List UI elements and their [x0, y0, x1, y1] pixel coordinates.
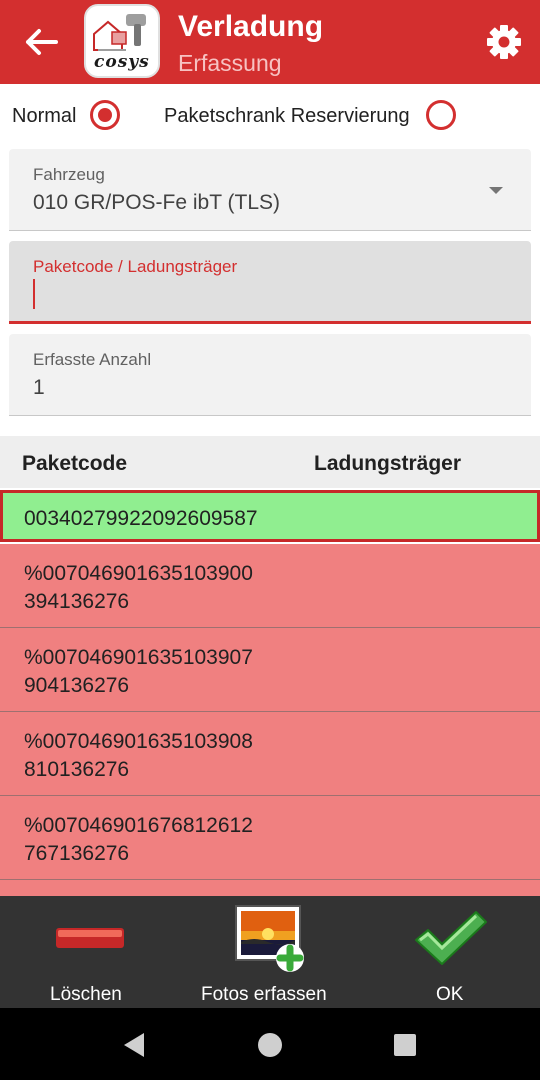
text-cursor — [33, 279, 35, 309]
table-row[interactable]: %007046901635103900 394136276 — [0, 544, 540, 628]
ok-button[interactable]: OK — [400, 896, 500, 1008]
delete-button[interactable]: Löschen — [20, 896, 160, 1008]
capture-photos-label: Fotos erfassen — [201, 984, 327, 1005]
delete-label: Löschen — [50, 984, 122, 1005]
table-row[interactable]: %007046901635103908 810136276 — [0, 712, 540, 796]
nav-recents-button[interactable] — [388, 1028, 422, 1062]
table-row[interactable]: %007046901676812612 767136276 — [0, 796, 540, 880]
nav-back-button[interactable] — [118, 1028, 152, 1062]
table-row[interactable]: 00340279922092609587 — [0, 490, 540, 542]
column-header-paketcode: Paketcode — [22, 452, 128, 475]
row-code: %007046901676812612 767136276 — [24, 814, 253, 865]
radio-normal-label[interactable]: Normal — [12, 105, 76, 128]
arrow-left-icon — [26, 29, 58, 55]
count-field[interactable]: Erfasste Anzahl 1 — [9, 334, 531, 416]
radio-normal[interactable] — [90, 100, 120, 130]
gear-icon — [487, 25, 521, 59]
settings-button[interactable] — [484, 22, 524, 62]
row-code: 00340279922092609587 — [24, 507, 258, 530]
app-bar: cosys Verladung Erfassung — [0, 0, 540, 84]
action-bar: Löschen Fotos erfassen OK — [0, 896, 540, 1008]
nav-home-icon — [258, 1033, 282, 1057]
capture-photos-button[interactable]: Fotos erfassen — [196, 896, 346, 1008]
vehicle-label: Fahrzeug — [33, 165, 105, 184]
row-code: %007046901635103907 904136276 — [24, 646, 253, 697]
minus-icon — [56, 928, 124, 948]
table-row-partial[interactable] — [0, 880, 540, 896]
nav-recents-icon — [394, 1034, 416, 1056]
count-value: 1 — [33, 376, 45, 399]
ok-label: OK — [436, 984, 464, 1005]
package-list[interactable]: 00340279922092609587 %007046901635103900… — [0, 490, 540, 896]
vehicle-select[interactable]: Fahrzeug 010 GR/POS-Fe ibT (TLS) — [9, 149, 531, 231]
page-title: Verladung — [178, 10, 324, 43]
package-code-label: Paketcode / Ladungsträger — [33, 257, 238, 276]
row-code: %007046901635103908 810136276 — [24, 730, 253, 781]
back-button[interactable] — [22, 26, 62, 58]
radio-paketschrank[interactable] — [426, 100, 456, 130]
nav-home-button[interactable] — [253, 1028, 287, 1062]
table-row[interactable]: %007046901635103907 904136276 — [0, 628, 540, 712]
page-subtitle: Erfassung — [178, 50, 282, 76]
count-label: Erfasste Anzahl — [33, 350, 152, 369]
table-header: Paketcode Ladungsträger — [0, 436, 540, 488]
radio-paketschrank-label[interactable]: Paketschrank Reservierung — [164, 105, 410, 128]
row-code: %007046901635103900 394136276 — [24, 562, 253, 613]
nav-back-icon — [124, 1033, 144, 1057]
chevron-down-icon — [489, 187, 503, 194]
column-header-ladungstraeger: Ladungsträger — [314, 452, 462, 475]
logo-text: cosys — [94, 52, 150, 72]
package-code-input[interactable]: Paketcode / Ladungsträger — [9, 241, 531, 324]
add-photo-icon — [235, 905, 304, 972]
vehicle-value: 010 GR/POS-Fe ibT (TLS) — [33, 191, 281, 214]
app-logo: cosys — [84, 4, 160, 78]
system-nav-bar — [0, 1008, 540, 1080]
checkmark-icon — [415, 911, 487, 965]
mode-selector: Normal Paketschrank Reservierung — [0, 96, 540, 136]
